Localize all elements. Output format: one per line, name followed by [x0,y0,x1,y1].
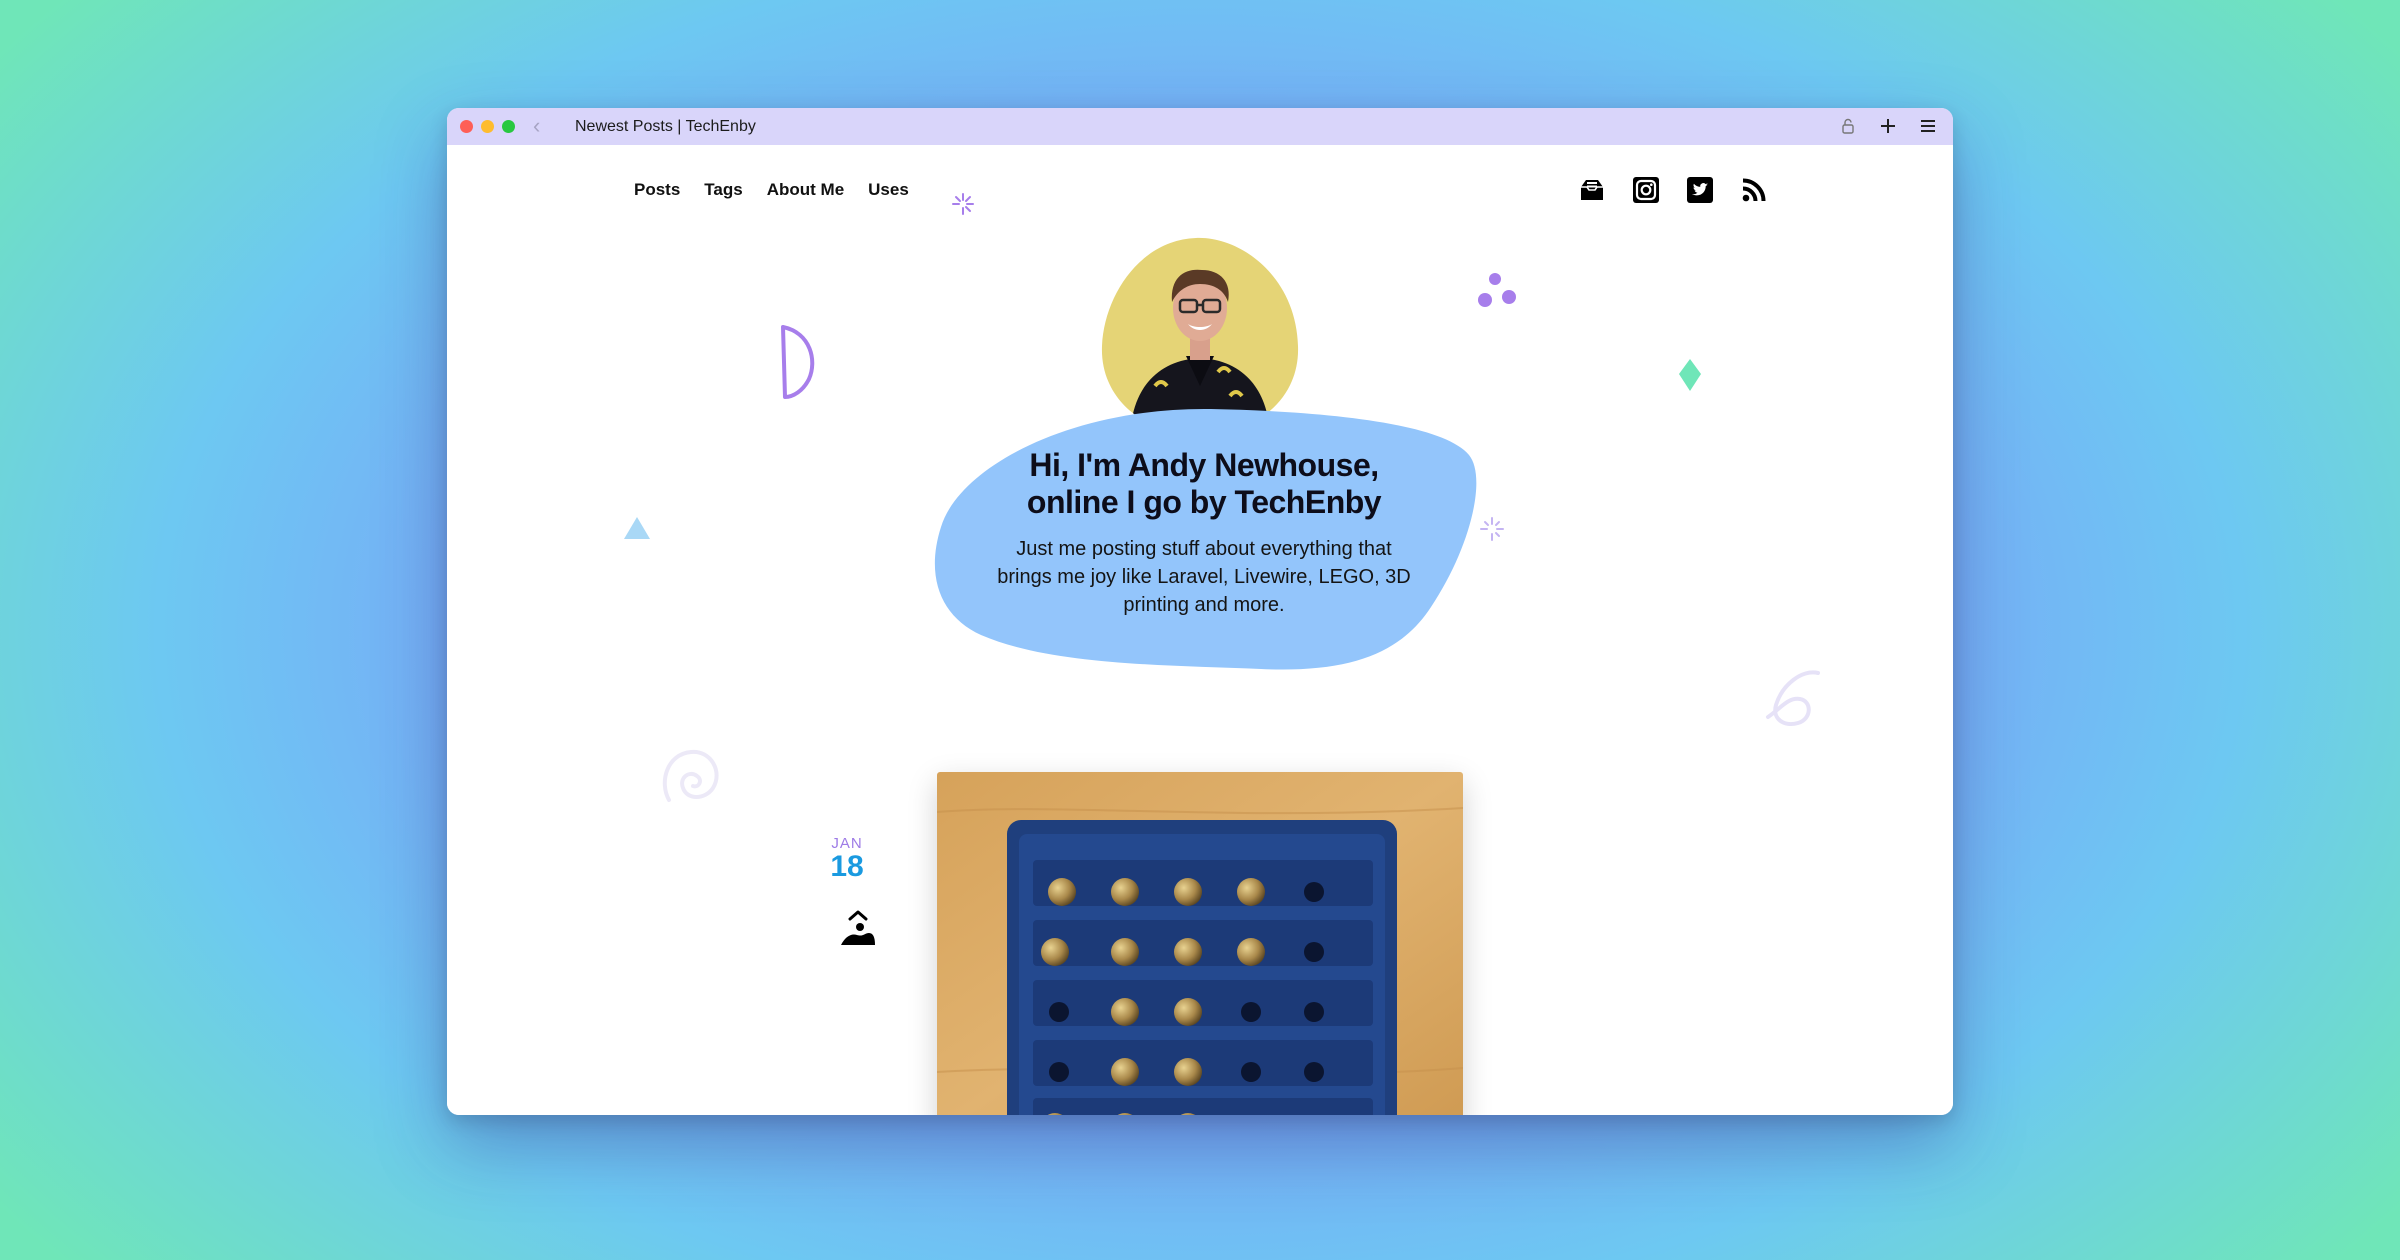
social-links [1577,175,1769,205]
post-date: JAN 18 [827,835,867,882]
hero-title: Hi, I'm Andy Newhouse, online I go by Tec… [931,407,1477,521]
nav-item-tags[interactable]: Tags [704,180,742,200]
close-window-button[interactable] [460,120,473,133]
triangle-shape-icon [624,517,650,539]
half-circle-shape-icon [781,325,815,399]
squiggle-shape-icon [1766,670,1820,726]
nav-item-about-me[interactable]: About Me [767,180,844,200]
avatar [1101,237,1299,435]
dots-shape-icon [1478,273,1516,307]
nav-item-posts[interactable]: Posts [634,180,680,200]
lock-icon[interactable] [1837,114,1859,138]
rss-icon[interactable] [1739,175,1769,205]
hero-subtitle: Just me posting stuff about everything t… [997,538,1411,616]
hero-title-line-1: Hi, I'm Andy Newhouse, [1029,447,1379,483]
image-post-icon [841,910,875,945]
mail-icon[interactable] [1577,175,1607,205]
tab-title: Newest Posts | TechEnby [575,118,756,135]
browser-window: ‹ Newest Posts | TechEnby Posts Tags Abo… [447,108,1953,1115]
diamond-shape-icon [1679,359,1701,391]
site-nav: Posts Tags About Me Uses [634,180,909,200]
hero-title-line-2: online I go by TechEnby [1026,484,1382,520]
sparkle-small-icon [1480,517,1504,541]
hero: Hi, I'm Andy Newhouse, online I go by Tec… [931,407,1477,619]
post-date-day: 18 [830,850,864,883]
back-arrow-icon[interactable]: ‹ [533,114,540,138]
maximize-window-button[interactable] [502,120,515,133]
new-tab-icon[interactable] [1877,114,1899,138]
page-content: Posts Tags About Me Uses Hi, I'm Andy Ne… [447,145,1953,1115]
sparkle-icon [952,193,974,215]
twitter-icon[interactable] [1685,175,1715,205]
minimize-window-button[interactable] [481,120,494,133]
browser-titlebar: ‹ Newest Posts | TechEnby [447,108,1953,145]
menu-icon[interactable] [1917,114,1939,138]
post-featured-image[interactable] [937,772,1463,1115]
spiral-shape-icon [662,749,719,802]
nav-item-uses[interactable]: Uses [868,180,909,200]
instagram-icon[interactable] [1631,175,1661,205]
